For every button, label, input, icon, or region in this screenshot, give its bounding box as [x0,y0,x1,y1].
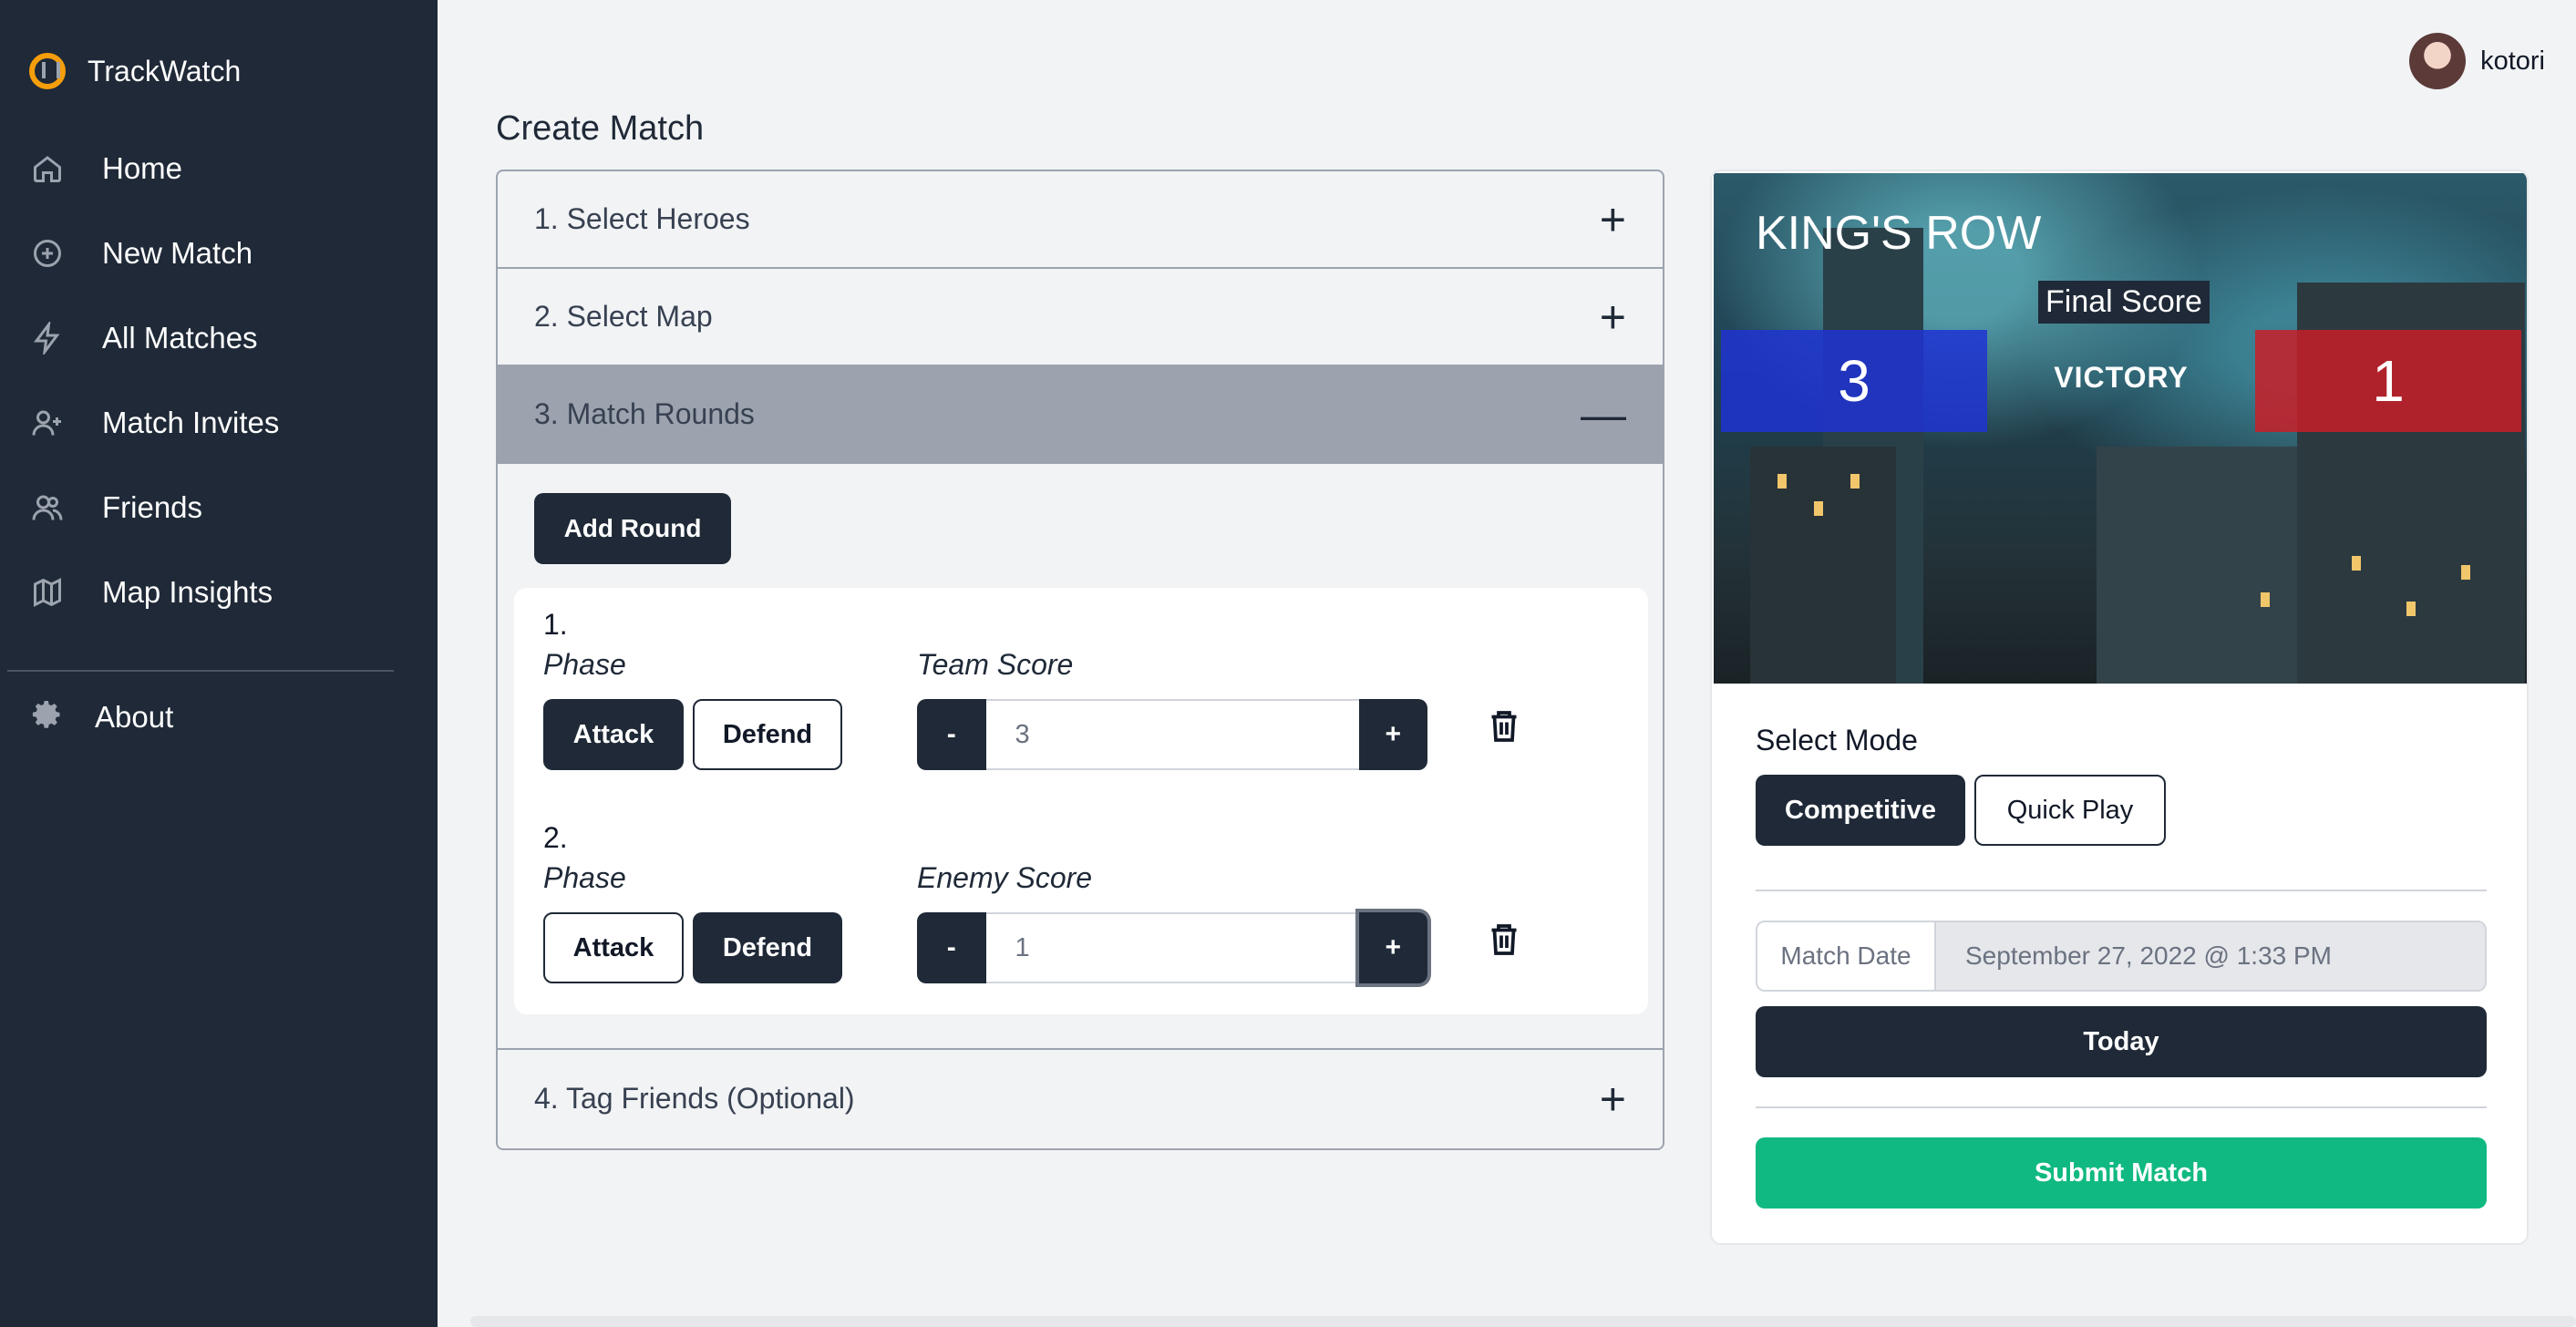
today-button[interactable]: Today [1756,1006,2487,1077]
trash-icon[interactable] [1488,708,1520,745]
submit-match-button[interactable]: Submit Match [1756,1137,2487,1209]
sidebar-item-home[interactable]: Home [0,126,438,211]
map-image-detail [1814,501,1823,516]
map-image-detail [1850,474,1860,489]
sidebar-item-label: All Matches [102,320,258,355]
mode-competitive-button[interactable]: Competitive [1756,775,1965,846]
enemy-score: 1 [2255,330,2521,432]
bolt-icon [31,321,64,355]
map-image-detail [1750,447,1896,684]
map-preview: KING'S ROW Final Score 3 VICTORY 1 [1714,173,2527,684]
score-label: Enemy Score [917,861,1093,894]
accordion-title: 3. Match Rounds [534,397,755,430]
username: kotori [2480,46,2545,76]
sidebar-item-map-insights[interactable]: Map Insights [0,550,438,634]
sidebar-divider [7,670,394,672]
sidebar-nav: Home New Match All Matches Match Invites… [0,126,438,634]
minus-icon: — [1581,388,1626,440]
accordion-header-select-map[interactable]: 2. Select Map + [498,269,1663,366]
phase-label: Phase [543,861,626,894]
sidebar-item-label: New Match [102,235,253,270]
sidebar: TrackWatch Home New Match All Matches Ma… [0,0,438,1327]
team-score: 3 [1721,330,1987,432]
sidebar-item-new-match[interactable]: New Match [0,211,438,295]
page-title: Create Match [496,109,705,148]
increment-button[interactable]: + [1358,699,1427,770]
sidebar-item-friends[interactable]: Friends [0,465,438,550]
accordion-title: 4. Tag Friends (Optional) [534,1082,855,1115]
match-rounds-panel: Add Round 1. Phase Team Score Attack Def… [498,464,1663,1050]
score-stepper: - + [917,699,1427,770]
defend-button[interactable]: Defend [693,699,842,770]
defend-button[interactable]: Defend [693,912,842,983]
user-menu[interactable]: kotori [2409,33,2545,89]
match-date-value[interactable]: September 27, 2022 @ 1:33 PM [1936,922,2485,990]
create-match-accordion: 1. Select Heroes + 2. Select Map + 3. Ma… [496,170,1664,1150]
users-icon [31,491,64,524]
round-item: 1. Phase Team Score Attack Defend - + [543,608,1619,808]
round-number: 1. [543,608,568,641]
phase-label: Phase [543,648,626,681]
attack-button[interactable]: Attack [543,912,684,983]
attack-button[interactable]: Attack [543,699,684,770]
avatar [2409,33,2467,89]
divider [1756,1106,2487,1108]
score-input[interactable] [985,912,1359,983]
sidebar-item-about[interactable]: About [31,698,173,736]
map-icon [31,576,64,609]
round-number: 2. [543,821,568,854]
home-icon [31,152,64,185]
score-input[interactable] [985,699,1359,770]
accordion-header-select-heroes[interactable]: 1. Select Heroes + [498,171,1663,269]
map-name: KING'S ROW [1756,207,2042,260]
score-label: Team Score [917,648,1074,681]
accordion-title: 2. Select Map [534,300,713,333]
map-image-detail [2406,602,2416,616]
match-result: VICTORY [2054,361,2189,394]
trash-icon[interactable] [1488,921,1520,958]
accordion-header-tag-friends[interactable]: 4. Tag Friends (Optional) + [498,1050,1663,1147]
mode-quick-play-button[interactable]: Quick Play [1974,775,2166,846]
match-date-label: Match Date [1757,922,1936,990]
final-score-label: Final Score [2038,281,2210,324]
sidebar-item-match-invites[interactable]: Match Invites [0,380,438,465]
map-image-detail [2097,447,2297,684]
plus-icon: + [1599,291,1626,343]
map-image-detail [2461,565,2470,580]
sidebar-item-label: About [95,699,174,734]
sidebar-item-label: Match Invites [102,405,280,439]
sidebar-item-all-matches[interactable]: All Matches [0,295,438,380]
gear-icon [31,698,64,736]
add-round-button[interactable]: Add Round [534,493,731,564]
accordion-title: 1. Select Heroes [534,202,750,235]
decrement-button[interactable]: - [917,699,986,770]
plus-icon: + [1599,193,1626,245]
app-name: TrackWatch [88,54,242,87]
decrement-button[interactable]: - [917,912,986,983]
match-date-field[interactable]: Match Date September 27, 2022 @ 1:33 PM [1756,921,2487,992]
map-image-detail [1777,474,1787,489]
sidebar-item-label: Friends [102,489,203,524]
increment-button[interactable]: + [1358,912,1427,983]
brand[interactable]: TrackWatch [29,53,241,89]
plus-icon: + [1599,1073,1626,1125]
map-image-detail [2261,592,2270,607]
plus-circle-icon [31,237,64,270]
rounds-list: 1. Phase Team Score Attack Defend - + 2.… [514,588,1648,1014]
app-logo-icon [29,53,66,89]
divider [1756,890,2487,891]
map-image-detail [2352,556,2361,571]
accordion-header-match-rounds[interactable]: 3. Match Rounds — [498,366,1663,464]
score-stepper: - + [917,912,1427,983]
sidebar-item-label: Map Insights [102,574,273,609]
select-mode-label: Select Mode [1756,724,1918,756]
sidebar-item-label: Home [102,150,183,185]
horizontal-scrollbar[interactable] [470,1316,2576,1327]
user-plus-icon [31,406,64,439]
match-summary-panel: KING'S ROW Final Score 3 VICTORY 1 Selec… [1710,170,2529,1245]
round-item: 2. Phase Enemy Score Attack Defend - + [543,821,1619,1022]
